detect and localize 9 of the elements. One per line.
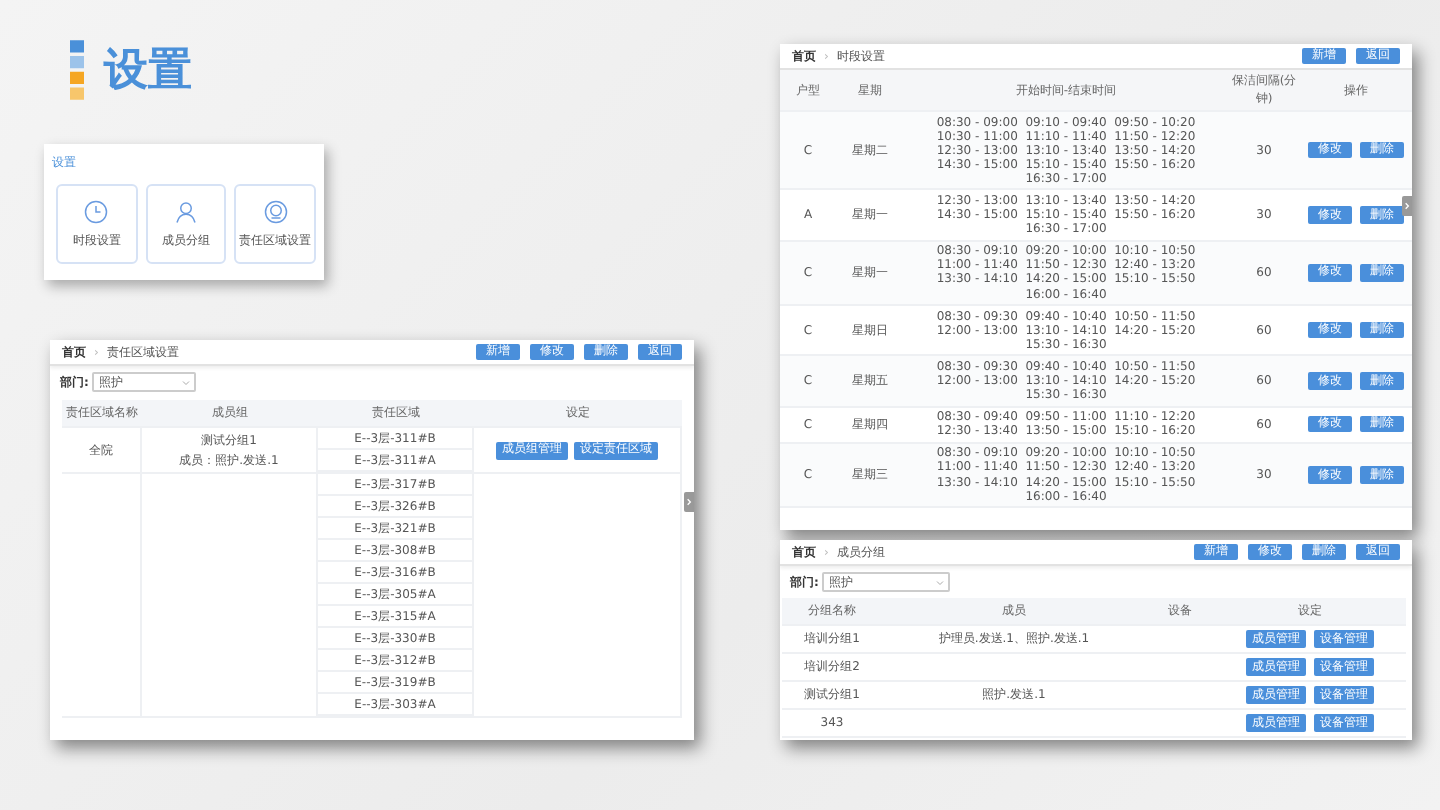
badge-icon bbox=[263, 199, 288, 223]
clock-icon bbox=[84, 199, 109, 223]
accent-bars-icon bbox=[70, 36, 84, 104]
page-title: 设置 bbox=[104, 44, 192, 100]
chevron-icon bbox=[182, 379, 191, 385]
side-tab[interactable] bbox=[1402, 196, 1412, 216]
chevron-icon bbox=[936, 579, 945, 585]
person-icon bbox=[174, 199, 198, 223]
side-tab[interactable] bbox=[684, 492, 694, 512]
